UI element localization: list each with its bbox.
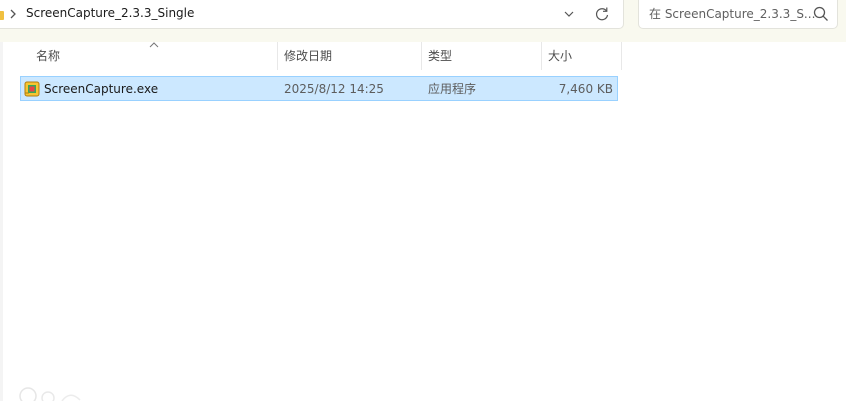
file-type: 应用程序 (428, 82, 477, 96)
search-box[interactable]: 在 ScreenCapture_2.3.3_S... (638, 0, 838, 29)
file-row-selected[interactable]: ScreenCapture.exe 2025/8/12 14:25 应用程序 7… (20, 76, 618, 101)
search-icon[interactable] (811, 4, 831, 24)
column-header-type[interactable]: 类型 (422, 42, 542, 70)
column-header-size[interactable]: 大小 (542, 42, 622, 70)
breadcrumb-folder[interactable]: ScreenCapture_2.3.3_Single (26, 5, 194, 21)
search-input[interactable]: 在 ScreenCapture_2.3.3_S... (649, 6, 815, 22)
navigation-pane-edge (0, 42, 3, 401)
column-header-date-modified[interactable]: 修改日期 (278, 42, 422, 70)
file-date-modified: 2025/8/12 14:25 (284, 82, 384, 96)
chevron-down-icon[interactable] (558, 3, 580, 25)
application-icon (24, 81, 40, 97)
refresh-icon[interactable] (591, 3, 613, 25)
folder-icon (0, 11, 4, 20)
decorative-swirl-icon (19, 387, 81, 401)
address-bar[interactable]: ScreenCapture_2.3.3_Single (0, 0, 624, 29)
chevron-right-icon[interactable] (9, 8, 17, 20)
file-name[interactable]: ScreenCapture.exe (44, 81, 158, 97)
navigation-bar: ScreenCapture_2.3.3_Single 在 ScreenCaptu… (0, 0, 846, 42)
file-size: 7,460 KB (558, 82, 613, 96)
column-header-row: 名称 修改日期 类型 大小 (20, 42, 622, 70)
column-header-name[interactable]: 名称 (30, 42, 278, 70)
